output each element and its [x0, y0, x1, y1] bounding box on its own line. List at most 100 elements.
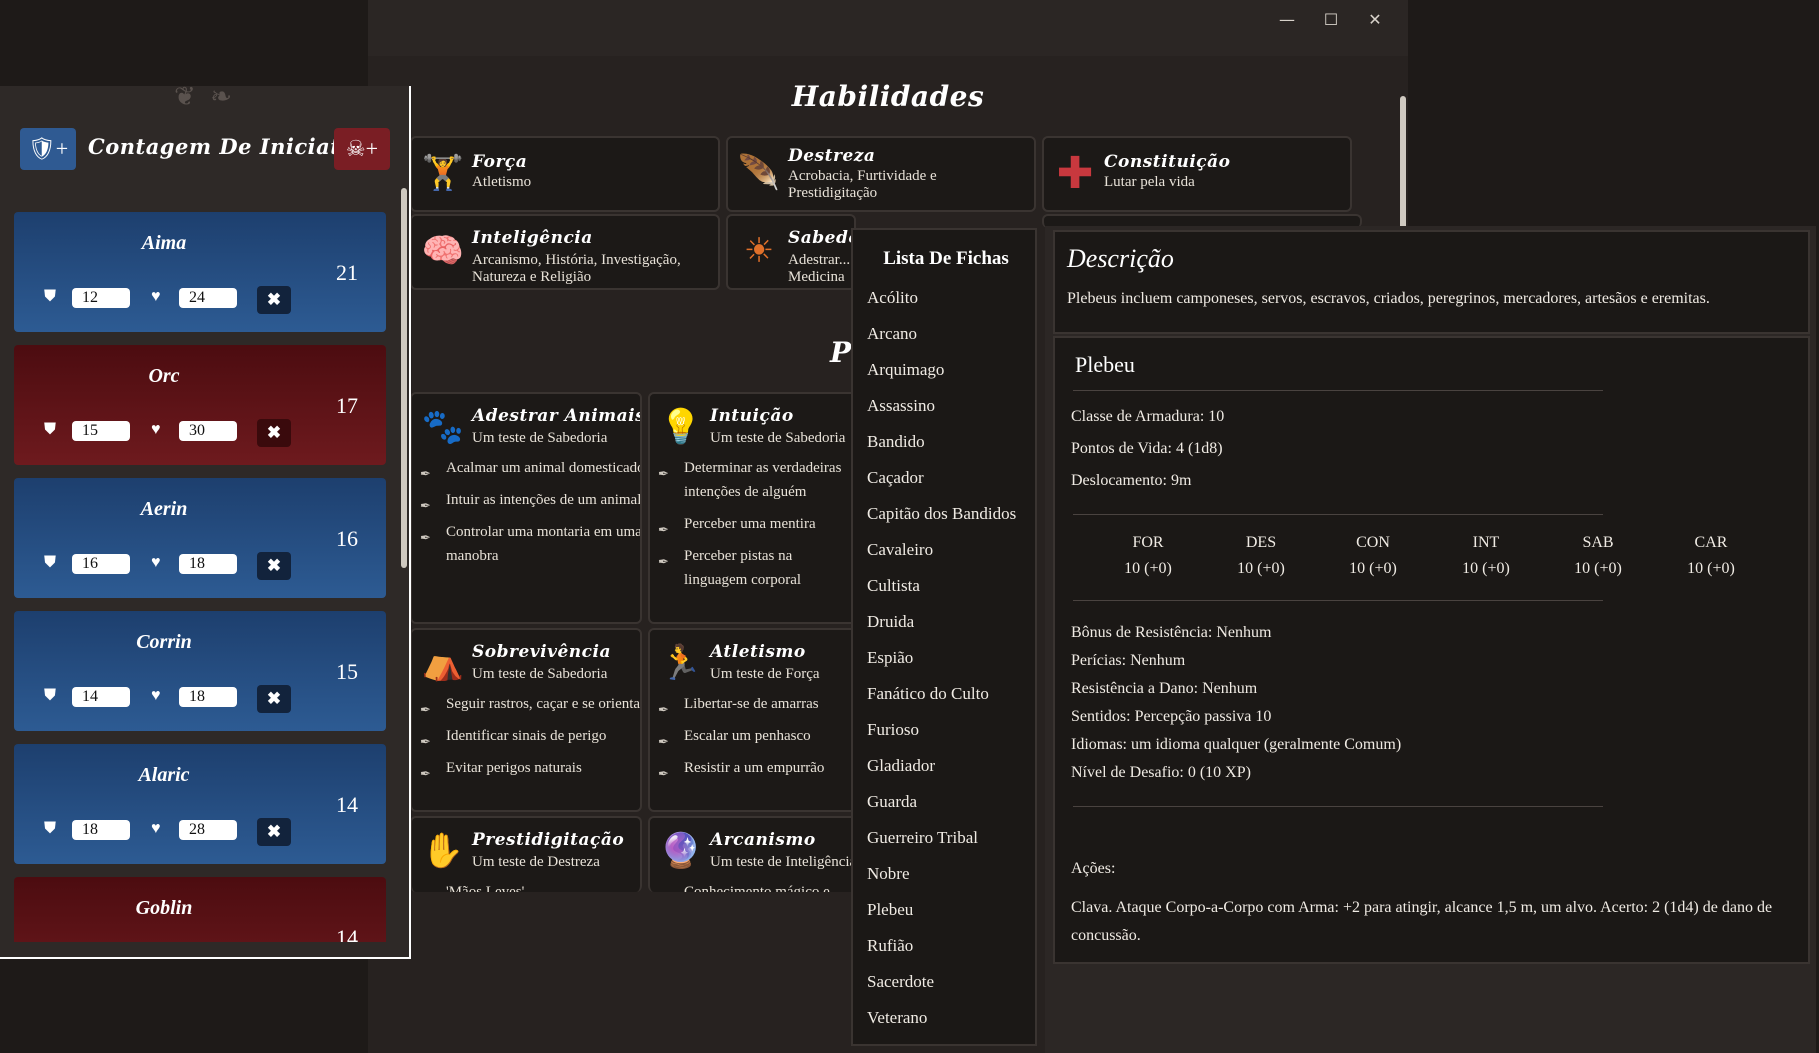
quill-icon: ✒	[420, 702, 431, 717]
add-enemy-button[interactable]: ☠+	[334, 128, 390, 170]
ability-card-forca[interactable]: 🏋 Força Atletismo	[410, 136, 720, 212]
paw-icon: 🐾	[421, 409, 465, 446]
skill-example: ✒ Acalmar um animal domesticado	[420, 456, 640, 481]
sheet-item-druida[interactable]: Druida	[867, 612, 914, 632]
skill-sub: Um teste de Força	[710, 666, 820, 682]
combatant-card-corrin[interactable]: Corrin 15 ⛊ 14 ♥ 18 ✖	[14, 611, 386, 731]
quill-icon: ✒	[658, 554, 669, 569]
combatant-card-alaric[interactable]: Alaric 14 ⛊ 18 ♥ 28 ✖	[14, 744, 386, 864]
minimize-button[interactable]: —	[1270, 6, 1304, 32]
sheet-item-bandido[interactable]: Bandido	[867, 432, 925, 452]
combatant-card-orc[interactable]: Orc 17 ⛊ 15 ♥ 30 ✖	[14, 345, 386, 465]
skill-name: Prestidigitação	[472, 830, 625, 850]
divider	[1073, 514, 1603, 515]
sheet-item-sacerdote[interactable]: Sacerdote	[867, 972, 934, 992]
ability-card-constituicao[interactable]: ✚ Constituição Lutar pela vida	[1042, 136, 1352, 212]
ability-desc: Lutar pela vida	[1104, 174, 1195, 190]
skill-card-sobrevivencia[interactable]: ⛺ Sobrevivência Um teste de Sabedoria ✒ S…	[410, 628, 642, 812]
hit-points-input[interactable]: 30	[179, 421, 237, 441]
sheet-item-assassino[interactable]: Assassino	[867, 396, 935, 416]
hit-points: Pontos de Vida: 4 (1d8)	[1071, 440, 1223, 457]
hit-points-input[interactable]: 28	[179, 820, 237, 840]
skills-title: P	[830, 336, 852, 369]
shield-icon: ⛊	[44, 554, 57, 571]
ability-label: CON	[1356, 534, 1390, 551]
armor-class-input[interactable]: 14	[72, 687, 130, 707]
ability-name: Destreza	[788, 146, 876, 166]
close-button[interactable]: ✕	[1358, 6, 1392, 32]
armor-class-input[interactable]: 12	[72, 288, 130, 308]
skill-card-atletismo[interactable]: 🏃 Atletismo Um teste de Força ✒ Libertar-…	[648, 628, 858, 812]
skill-card-prestidigitacao[interactable]: ✋ Prestidigitação Um teste de Destreza ✒…	[410, 816, 642, 892]
sheet-item-capitao-dos-bandidos[interactable]: Capitão dos Bandidos	[867, 504, 1016, 524]
armor-class-input[interactable]: 15	[72, 421, 130, 441]
crystal-ball-icon: 🔮	[659, 833, 703, 870]
ability-name: Inteligência	[472, 228, 593, 248]
combatant-name: Goblin	[135, 897, 193, 919]
hit-points-input[interactable]: 24	[179, 288, 237, 308]
sheet-item-cacador[interactable]: Caçador	[867, 468, 924, 488]
armor-class-input[interactable]: 16	[72, 554, 130, 574]
heart-icon: ♥	[151, 554, 161, 571]
skill-example: ✒ Evitar perigos naturais	[420, 756, 640, 781]
combatant-initiative: 16	[336, 526, 358, 551]
sheet-item-veterano[interactable]: Veterano	[867, 1008, 927, 1028]
combatant-name: Aerin	[140, 498, 188, 520]
skill-card-arcanismo[interactable]: 🔮 Arcanismo Um teste de Inteligência ✒Co…	[648, 816, 858, 892]
speed: Deslocamento: 9m	[1071, 472, 1192, 489]
sheet-item-plebeu[interactable]: Plebeu	[867, 900, 913, 920]
close-icon: ✖	[266, 689, 282, 708]
skill-example: ✒ Escalar um penhasco	[658, 724, 856, 749]
sheet-item-acolito[interactable]: Acólito	[867, 288, 918, 308]
remove-combatant-button[interactable]: ✖	[257, 419, 291, 447]
sheet-item-guerreiro-tribal[interactable]: Guerreiro Tribal	[867, 828, 978, 848]
combatant-name: Alaric	[138, 764, 190, 786]
initiative-panel: ❦ ❧ 🛡+ Contagem De Iniciativa ☠+ Aima 21…	[0, 82, 411, 959]
combatant-card-aima[interactable]: Aima 21 ⛊ 12 ♥ 24 ✖	[14, 212, 386, 332]
maximize-button[interactable]: ☐	[1314, 6, 1348, 32]
remove-combatant-button[interactable]: ✖	[257, 286, 291, 314]
ability-name: Força	[472, 152, 528, 172]
sheet-item-fanatico-do-culto[interactable]: Fanático do Culto	[867, 684, 989, 704]
sheet-item-espiao[interactable]: Espião	[867, 648, 913, 668]
ability-value: 10 (+0)	[1124, 560, 1172, 577]
remove-combatant-button[interactable]: ✖	[257, 552, 291, 580]
ability-desc: Atletismo	[472, 174, 532, 190]
ability-card-sabedoria[interactable]: ☀ Sabedor Adestrar... Medicina	[726, 214, 869, 290]
add-player-button[interactable]: 🛡+	[20, 128, 76, 170]
remove-combatant-button[interactable]: ✖	[257, 818, 291, 846]
quill-icon: ✒	[658, 522, 669, 537]
combatant-initiative: 14	[336, 792, 358, 817]
main-scrollbar[interactable]	[1400, 96, 1406, 236]
ability-label: INT	[1472, 534, 1500, 551]
skill-card-intuicao[interactable]: 💡 Intuição Um teste de Sabedoria ✒ Determ…	[648, 392, 858, 624]
skills: Perícias: Nenhum	[1071, 652, 1186, 669]
combatant-name: Corrin	[136, 631, 192, 653]
remove-combatant-button[interactable]: ✖	[257, 685, 291, 713]
ability-card-inteligencia[interactable]: 🧠 Inteligência Arcanismo, História, Inve…	[410, 214, 720, 290]
sheet-list-panel: Lista De Fichas Acólito Arcano Arquimago…	[851, 228, 1037, 1046]
sheet-item-furioso[interactable]: Furioso	[867, 720, 919, 740]
shield-icon: ⛊	[44, 687, 57, 704]
combatant-card-aerin[interactable]: Aerin 16 ⛊ 16 ♥ 18 ✖	[14, 478, 386, 598]
armor-class-input[interactable]: 18	[72, 820, 130, 840]
sheet-item-cavaleiro[interactable]: Cavaleiro	[867, 540, 933, 560]
sheet-item-arquimago[interactable]: Arquimago	[867, 360, 944, 380]
combatant-initiative: 14	[336, 925, 358, 942]
hit-points-input[interactable]: 18	[179, 554, 237, 574]
combatant-card-goblin[interactable]: Goblin 14	[14, 877, 386, 942]
shield-icon: ⛊	[44, 421, 57, 438]
sheet-item-gladiador[interactable]: Gladiador	[867, 756, 935, 776]
ability-card-destreza[interactable]: 🪶 Destreza Acrobacia, Furtividade e Pres…	[726, 136, 1036, 212]
quill-icon: ✒	[658, 702, 669, 717]
ability-name: Constituição	[1104, 152, 1231, 172]
skill-card-adestrar-animais[interactable]: 🐾 Adestrar Animais Um teste de Sabedoria…	[410, 392, 642, 624]
sheet-item-rufiao[interactable]: Rufião	[867, 936, 913, 956]
hit-points-input[interactable]: 18	[179, 687, 237, 707]
initiative-scrollbar[interactable]	[401, 188, 407, 568]
skill-name: Adestrar Animais	[472, 406, 642, 426]
sheet-item-guarda[interactable]: Guarda	[867, 792, 917, 812]
sheet-item-arcano[interactable]: Arcano	[867, 324, 917, 344]
sheet-item-nobre[interactable]: Nobre	[867, 864, 909, 884]
sheet-item-cultista[interactable]: Cultista	[867, 576, 920, 596]
